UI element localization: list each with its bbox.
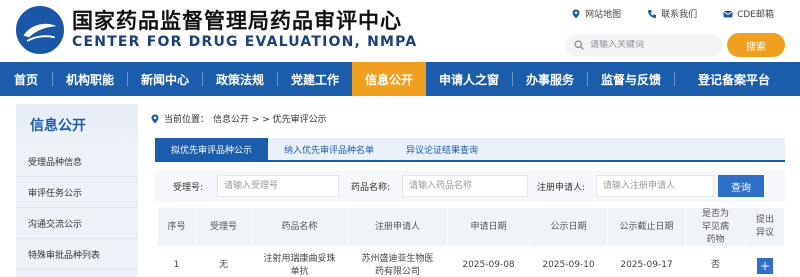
nav-item-applicant[interactable]: 申请人之窗 — [426, 62, 512, 96]
query-button[interactable]: 查询 — [718, 175, 764, 197]
col-header-objection: 提出异议 — [746, 208, 785, 246]
cell-publish-date: 2025-09-10 — [530, 246, 608, 277]
acceptance-no-label: 受理号: — [173, 183, 204, 193]
raise-objection-button[interactable]: + — [757, 257, 773, 274]
breadcrumb: 当前位置： 信息公开 > > 优先审评公示 — [150, 112, 327, 125]
nav-item-feedback[interactable]: 监督与反馈 — [588, 62, 674, 96]
site-header: 国家药品监督管理局药品审评中心 CENTER FOR DRUG EVALUATI… — [0, 0, 800, 62]
location-icon — [151, 114, 159, 123]
top-links: 网站地图 联系我们 CDE邮箱 — [571, 7, 774, 20]
breadcrumb-path[interactable]: 信息公开 > > 优先审评公示 — [213, 112, 327, 125]
applicant-input[interactable] — [596, 175, 714, 197]
sidebar-item-review-tasks[interactable]: 审评任务公示 — [16, 177, 138, 208]
sidebar-item-communication[interactable]: 沟通交流公示 — [16, 208, 138, 239]
col-header-apply-date: 申请日期 — [448, 208, 530, 246]
cell-objection: + — [746, 246, 785, 277]
main-nav: 首页 机构职能 新闻中心 政策法规 党建工作 信息公开 申请人之窗 办事服务 监… — [0, 62, 800, 96]
col-header-applicant: 注册申请人 — [348, 208, 448, 246]
sidebar-item-special-approval[interactable]: 特殊审批品种列表 — [16, 239, 138, 270]
col-header-drug-name: 药品名称 — [252, 208, 348, 246]
nav-item-registration[interactable]: 登记备案平台 — [675, 62, 793, 96]
sitemap-link[interactable]: 网站地图 — [571, 7, 621, 20]
col-header-publish-date: 公示日期 — [530, 208, 608, 246]
contact-link[interactable]: 联系我们 — [647, 7, 697, 20]
tab-priority-publicity[interactable]: 拟优先审评品种公示 — [155, 138, 269, 160]
priority-review-table: 序号 受理号 药品名称 注册申请人 申请日期 公示日期 公示截止日期 是否为罕见… — [158, 208, 785, 277]
mail-label: CDE邮箱 — [737, 10, 774, 20]
col-header-deadline: 公示截止日期 — [608, 208, 686, 246]
sidebar-item-accepted[interactable]: 受理品种信息 — [16, 146, 138, 177]
tab-bar: 拟优先审评品种公示 纳入优先审评品种名单 异议论证结果查询 — [155, 138, 785, 162]
cell-acceptance-no: 无 — [196, 246, 252, 277]
col-header-acceptance-no: 受理号 — [196, 208, 252, 246]
applicant-label: 注册申请人: — [537, 183, 586, 193]
nav-item-news[interactable]: 新闻中心 — [128, 62, 202, 96]
nav-item-services[interactable]: 办事服务 — [513, 62, 587, 96]
tab-priority-list[interactable]: 纳入优先审评品种名单 — [268, 138, 390, 160]
mail-link[interactable]: CDE邮箱 — [723, 7, 774, 20]
map-pin-icon — [572, 9, 580, 18]
drug-name-label: 药品名称: — [351, 183, 391, 193]
table-header-row: 序号 受理号 药品名称 注册申请人 申请日期 公示日期 公示截止日期 是否为罕见… — [158, 208, 785, 246]
cde-logo[interactable] — [16, 6, 64, 54]
nav-item-functions[interactable]: 机构职能 — [53, 62, 127, 96]
nav-item-policy[interactable]: 政策法规 — [203, 62, 277, 96]
sidebar: 信息公开 受理品种信息 审评任务公示 沟通交流公示 特殊审批品种列表 — [16, 104, 138, 277]
sidebar-title: 信息公开 — [16, 104, 138, 146]
cell-deadline: 2025-09-17 — [608, 246, 686, 277]
cell-apply-date: 2025-09-08 — [448, 246, 530, 277]
site-title-cn: 国家药品监督管理局药品审评中心 — [72, 9, 402, 33]
mail-icon — [723, 10, 733, 17]
site-title-en: CENTER FOR DRUG EVALUATION, NMPA — [72, 34, 418, 50]
nav-item-home[interactable]: 首页 — [0, 62, 52, 96]
col-header-rare-disease: 是否为罕见病药物 — [686, 208, 746, 246]
acceptance-no-input[interactable] — [217, 175, 339, 197]
drug-name-input[interactable] — [402, 175, 528, 197]
table-row: 1 无 注射用瑞康曲妥珠单抗 苏州盛迪亚生物医药有限公司 2025-09-08 … — [158, 246, 785, 277]
phone-icon — [648, 9, 657, 18]
nav-item-party[interactable]: 党建工作 — [278, 62, 352, 96]
cell-drug-name: 注射用瑞康曲妥珠单抗 — [252, 246, 348, 277]
nav-item-info-disclosure[interactable]: 信息公开 — [352, 62, 426, 96]
filter-bar: 受理号: 药品名称: 注册申请人: 查询 — [155, 170, 785, 202]
contact-label: 联系我们 — [661, 10, 698, 20]
cell-applicant: 苏州盛迪亚生物医药有限公司 — [348, 246, 448, 277]
search-input[interactable] — [590, 40, 710, 50]
site-search — [565, 34, 723, 56]
breadcrumb-prefix: 当前位置： — [164, 115, 210, 125]
cell-rare-disease: 否 — [686, 246, 746, 277]
sitemap-label: 网站地图 — [585, 10, 622, 20]
search-button[interactable]: 搜索 — [727, 33, 785, 57]
tab-objection-results[interactable]: 异议论证结果查询 — [390, 138, 494, 160]
search-icon — [574, 40, 584, 50]
cell-index: 1 — [158, 246, 196, 277]
col-header-index: 序号 — [158, 208, 196, 246]
